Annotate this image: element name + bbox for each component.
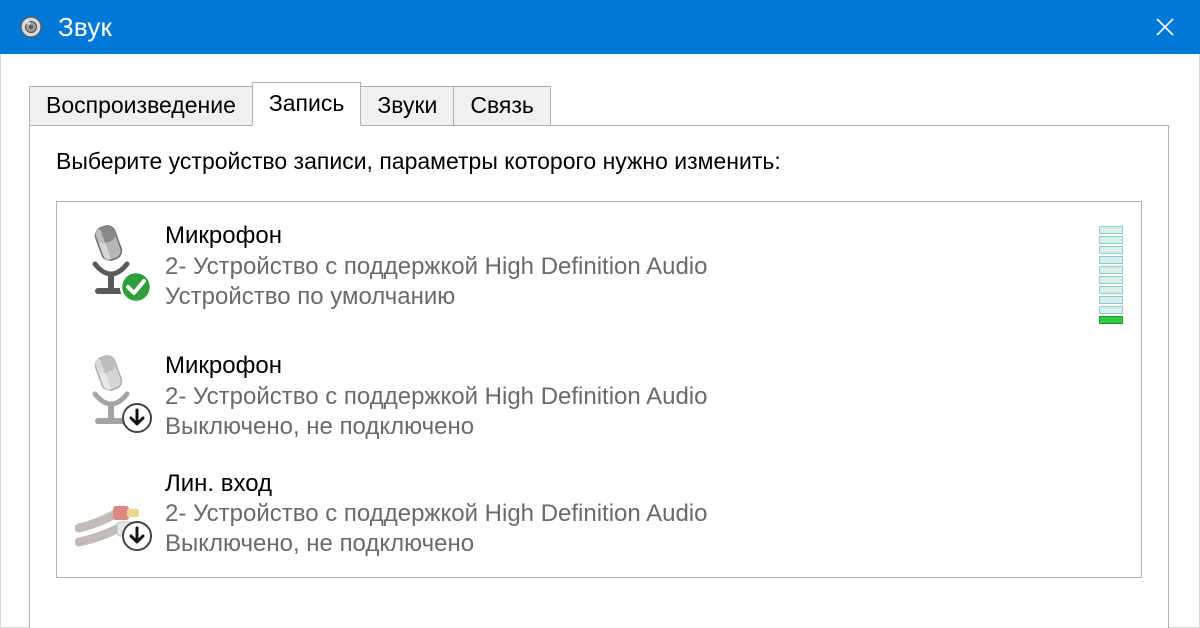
level-segment: [1099, 266, 1123, 274]
level-segment: [1099, 226, 1123, 234]
sound-window: Звук Воспроизведение Запись Звуки Связь …: [0, 0, 1200, 628]
tab-sounds[interactable]: Звуки: [360, 86, 454, 126]
device-driver: 2- Устройство с поддержкой High Definiti…: [165, 252, 1099, 282]
device-row[interactable]: Микрофон 2- Устройство с поддержкой High…: [71, 212, 1127, 342]
device-text: Микрофон 2- Устройство с поддержкой High…: [147, 222, 1099, 312]
device-row[interactable]: Лин. вход 2- Устройство с поддержкой Hig…: [71, 460, 1127, 578]
level-segment: [1099, 236, 1123, 244]
device-status: Выключено, не подключено: [165, 529, 1123, 559]
disabled-down-icon: [121, 520, 153, 552]
instruction-text: Выберите устройство записи, параметры ко…: [56, 148, 1142, 175]
close-icon: [1155, 17, 1175, 37]
title-bar-left: Звук: [18, 12, 112, 43]
device-name: Микрофон: [165, 222, 1099, 250]
tab-playback[interactable]: Воспроизведение: [29, 86, 253, 126]
line-in-icon: [75, 470, 147, 548]
device-status: Устройство по умолчанию: [165, 282, 1099, 312]
device-driver: 2- Устройство с поддержкой High Definiti…: [165, 499, 1123, 529]
device-row[interactable]: Микрофон 2- Устройство с поддержкой High…: [71, 342, 1127, 460]
microphone-icon: [75, 352, 147, 430]
tab-recording[interactable]: Запись: [252, 82, 361, 126]
tab-strip: Воспроизведение Запись Звуки Связь: [29, 82, 1169, 126]
tab-panel-recording: Выберите устройство записи, параметры ко…: [29, 125, 1169, 628]
device-text: Лин. вход 2- Устройство с поддержкой Hig…: [147, 470, 1123, 560]
level-segment: [1099, 296, 1123, 304]
disabled-down-icon: [121, 402, 153, 434]
level-segment: [1099, 256, 1123, 264]
window-body: Воспроизведение Запись Звуки Связь Выбер…: [0, 54, 1200, 628]
title-bar: Звук: [0, 0, 1200, 54]
device-driver: 2- Устройство с поддержкой High Definiti…: [165, 382, 1123, 412]
level-segment: [1099, 246, 1123, 254]
tab-communications[interactable]: Связь: [453, 86, 551, 126]
device-name: Микрофон: [165, 352, 1123, 380]
level-segment: [1099, 306, 1123, 314]
device-list: Микрофон 2- Устройство с поддержкой High…: [56, 201, 1142, 578]
level-meter: [1099, 222, 1123, 324]
device-text: Микрофон 2- Устройство с поддержкой High…: [147, 352, 1123, 442]
level-segment: [1099, 276, 1123, 284]
default-check-icon: [119, 270, 153, 304]
close-button[interactable]: [1130, 0, 1200, 54]
device-status: Выключено, не подключено: [165, 412, 1123, 442]
device-name: Лин. вход: [165, 470, 1123, 498]
microphone-icon: [75, 222, 147, 300]
level-segment: [1099, 286, 1123, 294]
speaker-icon: [18, 14, 44, 40]
window-title: Звук: [58, 12, 112, 43]
level-segment: [1099, 316, 1123, 324]
